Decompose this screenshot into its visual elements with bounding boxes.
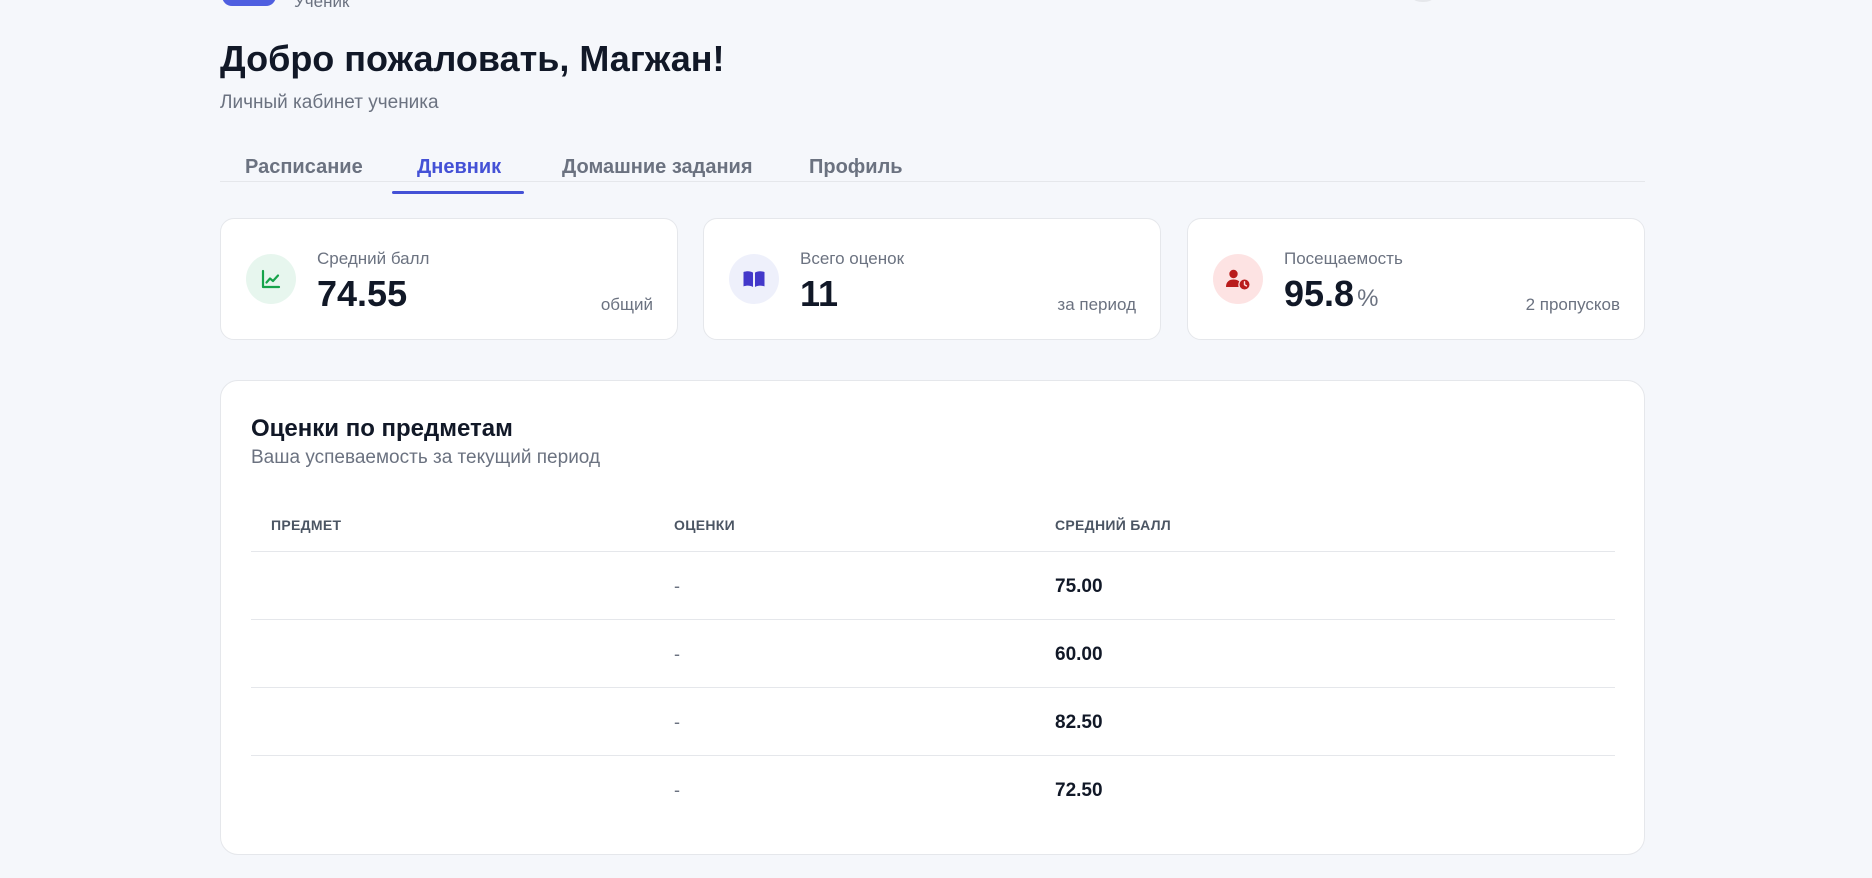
cell-average: 60.00 <box>1055 644 1103 665</box>
stat-card-total-grades: Всего оценок 11 за период <box>703 218 1161 340</box>
table-row[interactable]: - 72.50 <box>251 756 1615 824</box>
cell-average: 72.50 <box>1055 780 1103 801</box>
stat-attendance-value: 95.8 <box>1284 273 1355 314</box>
page: Ученик Добро пожаловать, Магжан! Личный … <box>0 0 1872 878</box>
cell-grades: - <box>674 780 680 800</box>
user-clock-icon <box>1213 254 1263 304</box>
table-row[interactable]: - 60.00 <box>251 620 1615 688</box>
stat-attendance-unit: % <box>1357 285 1379 312</box>
table-row[interactable]: - 75.00 <box>251 552 1615 620</box>
user-role-label: Ученик <box>294 0 350 11</box>
stat-average-value: 74.55 <box>317 273 408 314</box>
cell-grades: - <box>674 644 680 664</box>
stat-average-note: общий <box>600 295 653 314</box>
stat-attendance-note: 2 пропусков <box>1525 295 1620 314</box>
cell-average: 82.50 <box>1055 712 1103 733</box>
stat-attendance-label: Посещаемость <box>1284 249 1403 268</box>
tab-profile[interactable]: Профиль <box>809 156 903 179</box>
app-logo[interactable] <box>222 0 276 6</box>
column-header-subject: ПРЕДМЕТ <box>271 517 342 533</box>
column-header-grades: ОЦЕНКИ <box>674 517 735 533</box>
grades-card: Оценки по предметам Ваша успеваемость за… <box>220 380 1645 855</box>
page-title: Добро пожаловать, Магжан! <box>220 38 725 79</box>
stat-card-average: Средний балл 74.55 общий <box>220 218 678 340</box>
cell-grades: - <box>674 576 680 596</box>
stat-average-label: Средний балл <box>317 249 430 268</box>
column-header-average: СРЕДНИЙ БАЛЛ <box>1055 517 1171 533</box>
page-subtitle: Личный кабинет ученика <box>220 92 439 113</box>
cell-grades: - <box>674 712 680 732</box>
grades-table: ПРЕДМЕТ ОЦЕНКИ СРЕДНИЙ БАЛЛ - 75.00 - 60… <box>251 505 1615 824</box>
tab-diary[interactable]: Дневник <box>417 156 501 179</box>
chart-line-icon <box>246 254 296 304</box>
tab-homework[interactable]: Домашние задания <box>562 156 753 179</box>
stat-total-value: 11 <box>800 273 839 314</box>
active-tab-indicator <box>392 191 524 194</box>
cell-average: 75.00 <box>1055 576 1103 597</box>
table-row[interactable]: - 82.50 <box>251 688 1615 756</box>
tab-bar: Расписание Дневник Домашние задания Проф… <box>220 150 1645 194</box>
stat-total-note: за период <box>1057 295 1136 314</box>
grades-title: Оценки по предметам <box>251 415 513 442</box>
tab-schedule[interactable]: Расписание <box>245 156 363 179</box>
stat-card-attendance: Посещаемость 95.8% 2 пропусков <box>1187 218 1645 340</box>
stat-total-label: Всего оценок <box>800 249 905 268</box>
avatar[interactable] <box>1413 0 1433 2</box>
table-header: ПРЕДМЕТ ОЦЕНКИ СРЕДНИЙ БАЛЛ <box>251 505 1615 552</box>
book-icon <box>729 254 779 304</box>
grades-subtitle: Ваша успеваемость за текущий период <box>251 447 601 468</box>
stat-attendance-value-wrap: 95.8% <box>1284 273 1378 315</box>
